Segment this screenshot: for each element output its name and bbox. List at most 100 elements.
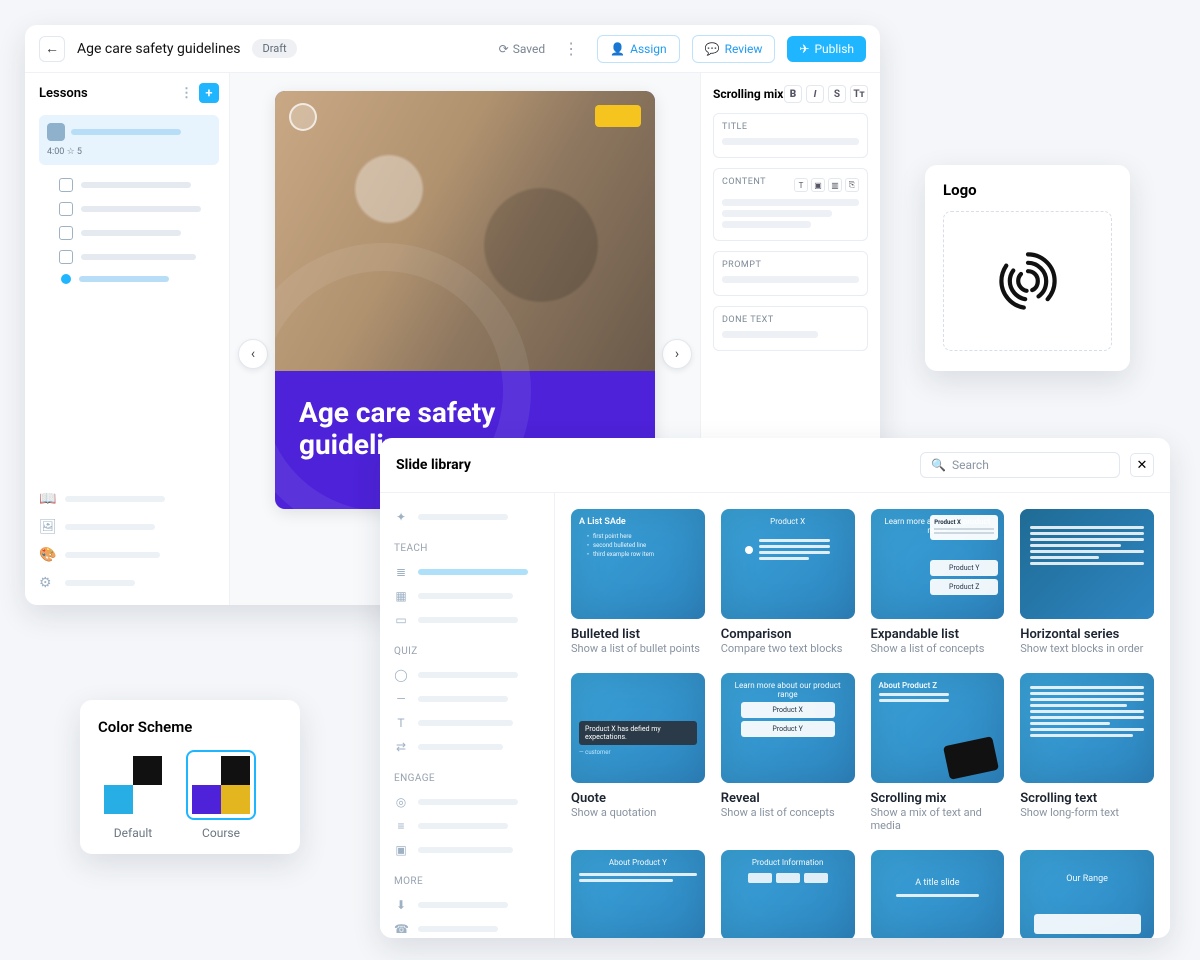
fingerprint-logo-icon bbox=[993, 246, 1063, 316]
template-horizontal-series[interactable]: Horizontal seriesShow text blocks in ord… bbox=[1020, 509, 1154, 655]
slide-type-icon bbox=[59, 250, 73, 264]
footer-nav-item[interactable]: 🎨 bbox=[39, 541, 219, 569]
scheme-course[interactable]: Course bbox=[186, 750, 256, 840]
slide-type-icon bbox=[59, 202, 73, 216]
template-card[interactable]: Our Range bbox=[1020, 850, 1154, 938]
template-bulleted-list[interactable]: A List SAdefirst point heresecond bullet… bbox=[571, 509, 705, 655]
prop-content-group[interactable]: CONTENT T▣▥⎘ bbox=[713, 168, 868, 241]
prop-done-group[interactable]: DONE TEXT bbox=[713, 306, 868, 351]
more-menu-button[interactable]: ⋮ bbox=[557, 39, 585, 58]
scheme-default[interactable]: Default bbox=[98, 750, 168, 840]
next-slide-button[interactable]: › bbox=[662, 339, 692, 369]
color-scheme-card: Color Scheme Default Course bbox=[80, 700, 300, 854]
slide-type-icon bbox=[59, 226, 73, 240]
library-filter-item[interactable]: ⇄ bbox=[394, 735, 540, 759]
footer-nav-item[interactable]: 📖 bbox=[39, 485, 219, 513]
library-filter-item[interactable]: — bbox=[394, 687, 540, 711]
library-filter-item[interactable]: ◯ bbox=[394, 663, 540, 687]
template-quote[interactable]: Product X has defied my expectations.— c… bbox=[571, 673, 705, 832]
library-filter-item[interactable]: ▣ bbox=[394, 838, 540, 862]
lessons-label: Lessons bbox=[39, 86, 88, 101]
library-filter-item[interactable]: ✦ bbox=[394, 505, 540, 529]
library-filter-item[interactable]: ▭ bbox=[394, 608, 540, 632]
slide-library-panel: Slide library 🔍 Search ✕ ✦ TEACH ≣ ▦ ▭ Q… bbox=[380, 438, 1170, 938]
slide-row[interactable] bbox=[39, 245, 219, 269]
template-reveal[interactable]: Learn more about our product rangeProduc… bbox=[721, 673, 855, 832]
textsize-icon[interactable]: Tт bbox=[850, 85, 868, 103]
library-filter-item[interactable]: ▦ bbox=[394, 584, 540, 608]
search-input[interactable]: 🔍 Search bbox=[920, 452, 1120, 478]
logo-heading: Logo bbox=[943, 181, 1112, 199]
text-t-icon: T bbox=[394, 716, 408, 730]
italic-icon[interactable]: I bbox=[806, 85, 824, 103]
sparkle-icon: ✦ bbox=[394, 510, 408, 524]
template-card[interactable]: A title slide bbox=[871, 850, 1005, 938]
library-filter-item[interactable]: ☎ bbox=[394, 917, 540, 938]
library-filter-item[interactable]: ⬇ bbox=[394, 893, 540, 917]
library-grid: A List SAdefirst point heresecond bullet… bbox=[555, 493, 1170, 938]
template-card[interactable]: About Product Y bbox=[571, 850, 705, 938]
library-filter-item[interactable]: ◎ bbox=[394, 790, 540, 814]
lessons-footer: 📖 🖼 🎨 ⚙ bbox=[39, 475, 219, 597]
lesson-card-active[interactable]: 4:00 ☆ 5 bbox=[39, 115, 219, 165]
template-scrolling-mix[interactable]: About Product Z Scrolling mixShow a mix … bbox=[871, 673, 1005, 832]
course-title: Age care safety guidelines bbox=[77, 41, 240, 57]
slide-row-current[interactable] bbox=[39, 269, 219, 289]
phone-icon: ☎ bbox=[394, 922, 408, 936]
slide-type-name: Scrolling mix bbox=[713, 87, 783, 101]
prev-slide-button[interactable]: ‹ bbox=[238, 339, 268, 369]
settings-icon: ⚙ bbox=[39, 575, 55, 591]
library-filter-item[interactable]: T bbox=[394, 711, 540, 735]
insert-text-icon[interactable]: T bbox=[794, 178, 808, 192]
template-comparison[interactable]: Product X ComparisonCompare two text blo… bbox=[721, 509, 855, 655]
slide-type-icon bbox=[59, 178, 73, 192]
image-icon: 🖼 bbox=[39, 519, 55, 535]
template-expandable-list[interactable]: Learn more about our product range Produ… bbox=[871, 509, 1005, 655]
section-engage: ENGAGE bbox=[394, 773, 540, 784]
prop-title-group[interactable]: TITLE bbox=[713, 113, 868, 158]
section-quiz: QUIZ bbox=[394, 646, 540, 657]
palette-icon: 🎨 bbox=[39, 547, 55, 563]
grid-icon: ▦ bbox=[394, 589, 408, 603]
slide-library-heading: Slide library bbox=[396, 457, 471, 473]
back-button[interactable]: ← bbox=[39, 36, 65, 62]
text-icon: ≣ bbox=[394, 565, 408, 579]
insert-image-icon[interactable]: ▣ bbox=[811, 178, 825, 192]
lessons-sidebar: Lessons ⋮ + 4:00 ☆ 5 📖 🖼 🎨 ⚙ bbox=[25, 73, 230, 605]
circle-icon: ◯ bbox=[394, 668, 408, 682]
footer-nav-item[interactable]: ⚙ bbox=[39, 569, 219, 597]
insert-link-icon[interactable]: ⎘ bbox=[845, 178, 859, 192]
chat-icon: 💬 bbox=[705, 42, 720, 56]
review-button[interactable]: 💬Review bbox=[692, 35, 776, 63]
lesson-meta: 4:00 ☆ 5 bbox=[47, 147, 211, 157]
assign-button[interactable]: 👤Assign bbox=[597, 35, 679, 63]
strike-icon[interactable]: S bbox=[828, 85, 846, 103]
target-icon: ◎ bbox=[394, 795, 408, 809]
slide-row[interactable] bbox=[39, 221, 219, 245]
add-lesson-button[interactable]: + bbox=[199, 83, 219, 103]
close-button[interactable]: ✕ bbox=[1130, 453, 1154, 477]
logo-dropzone[interactable] bbox=[943, 211, 1112, 351]
template-card[interactable]: Product Information bbox=[721, 850, 855, 938]
prop-prompt-group[interactable]: PROMPT bbox=[713, 251, 868, 296]
publish-icon: ✈ bbox=[799, 42, 809, 56]
color-scheme-heading: Color Scheme bbox=[98, 718, 282, 736]
download-icon: ⬇ bbox=[394, 898, 408, 912]
library-filter-item[interactable]: ≣ bbox=[394, 560, 540, 584]
logo-card: Logo bbox=[925, 165, 1130, 371]
slide-row[interactable] bbox=[39, 173, 219, 197]
search-icon: 🔍 bbox=[931, 458, 946, 472]
publish-button[interactable]: ✈Publish bbox=[787, 36, 866, 62]
library-filter-item[interactable]: ≡ bbox=[394, 814, 540, 838]
footer-nav-item[interactable]: 🖼 bbox=[39, 513, 219, 541]
arrows-icon: ⇄ bbox=[394, 740, 408, 754]
lessons-options-icon[interactable]: ⋮ bbox=[180, 86, 193, 101]
bold-icon[interactable]: B bbox=[784, 85, 802, 103]
book-icon: 📖 bbox=[39, 491, 55, 507]
insert-video-icon[interactable]: ▥ bbox=[828, 178, 842, 192]
library-sidebar: ✦ TEACH ≣ ▦ ▭ QUIZ ◯ — T ⇄ ENGAGE ◎ ≡ ▣ … bbox=[380, 493, 555, 938]
current-slide-dot-icon bbox=[61, 274, 71, 284]
lines-icon: ≡ bbox=[394, 819, 408, 833]
slide-row[interactable] bbox=[39, 197, 219, 221]
template-scrolling-text[interactable]: Scrolling textShow long-form text bbox=[1020, 673, 1154, 832]
